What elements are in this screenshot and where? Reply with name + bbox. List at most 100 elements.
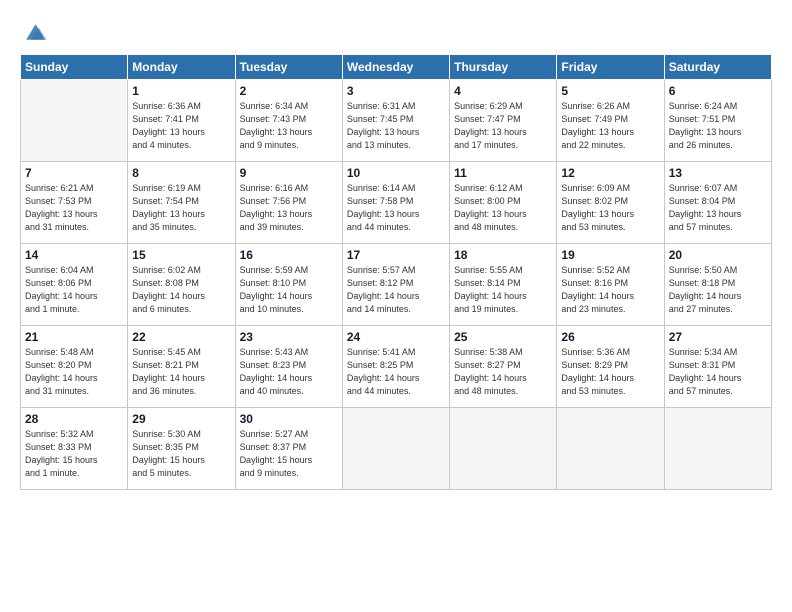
calendar-cell: 13 Sunrise: 6:07 AM Sunset: 8:04 PM Dayli… (664, 162, 771, 244)
day-number: 25 (454, 330, 552, 344)
day-info: Sunrise: 5:36 AM Sunset: 8:29 PM Dayligh… (561, 346, 659, 398)
calendar-cell (342, 408, 449, 490)
day-number: 27 (669, 330, 767, 344)
calendar-cell: 6 Sunrise: 6:24 AM Sunset: 7:51 PM Daylig… (664, 80, 771, 162)
day-info: Sunrise: 6:21 AM Sunset: 7:53 PM Dayligh… (25, 182, 123, 234)
calendar-cell: 4 Sunrise: 6:29 AM Sunset: 7:47 PM Daylig… (450, 80, 557, 162)
day-number: 3 (347, 84, 445, 98)
day-number: 22 (132, 330, 230, 344)
col-header-friday: Friday (557, 55, 664, 80)
calendar-cell: 24 Sunrise: 5:41 AM Sunset: 8:25 PM Dayli… (342, 326, 449, 408)
calendar-cell: 26 Sunrise: 5:36 AM Sunset: 8:29 PM Dayli… (557, 326, 664, 408)
calendar-cell: 22 Sunrise: 5:45 AM Sunset: 8:21 PM Dayli… (128, 326, 235, 408)
day-number: 30 (240, 412, 338, 426)
day-number: 24 (347, 330, 445, 344)
day-number: 10 (347, 166, 445, 180)
logo (20, 18, 52, 46)
calendar-cell: 29 Sunrise: 5:30 AM Sunset: 8:35 PM Dayli… (128, 408, 235, 490)
calendar-cell (450, 408, 557, 490)
calendar-cell: 14 Sunrise: 6:04 AM Sunset: 8:06 PM Dayli… (21, 244, 128, 326)
col-header-monday: Monday (128, 55, 235, 80)
calendar-cell: 12 Sunrise: 6:09 AM Sunset: 8:02 PM Dayli… (557, 162, 664, 244)
day-number: 15 (132, 248, 230, 262)
day-number: 28 (25, 412, 123, 426)
calendar-cell: 27 Sunrise: 5:34 AM Sunset: 8:31 PM Dayli… (664, 326, 771, 408)
calendar-cell: 8 Sunrise: 6:19 AM Sunset: 7:54 PM Daylig… (128, 162, 235, 244)
day-number: 26 (561, 330, 659, 344)
calendar-cell: 20 Sunrise: 5:50 AM Sunset: 8:18 PM Dayli… (664, 244, 771, 326)
day-info: Sunrise: 6:16 AM Sunset: 7:56 PM Dayligh… (240, 182, 338, 234)
day-info: Sunrise: 5:41 AM Sunset: 8:25 PM Dayligh… (347, 346, 445, 398)
calendar-cell: 25 Sunrise: 5:38 AM Sunset: 8:27 PM Dayli… (450, 326, 557, 408)
day-info: Sunrise: 5:52 AM Sunset: 8:16 PM Dayligh… (561, 264, 659, 316)
col-header-wednesday: Wednesday (342, 55, 449, 80)
day-number: 29 (132, 412, 230, 426)
day-info: Sunrise: 5:34 AM Sunset: 8:31 PM Dayligh… (669, 346, 767, 398)
day-info: Sunrise: 5:50 AM Sunset: 8:18 PM Dayligh… (669, 264, 767, 316)
day-number: 20 (669, 248, 767, 262)
day-info: Sunrise: 5:43 AM Sunset: 8:23 PM Dayligh… (240, 346, 338, 398)
calendar-cell: 15 Sunrise: 6:02 AM Sunset: 8:08 PM Dayli… (128, 244, 235, 326)
day-number: 19 (561, 248, 659, 262)
calendar-cell: 5 Sunrise: 6:26 AM Sunset: 7:49 PM Daylig… (557, 80, 664, 162)
day-info: Sunrise: 6:07 AM Sunset: 8:04 PM Dayligh… (669, 182, 767, 234)
calendar-cell: 16 Sunrise: 5:59 AM Sunset: 8:10 PM Dayli… (235, 244, 342, 326)
day-info: Sunrise: 6:31 AM Sunset: 7:45 PM Dayligh… (347, 100, 445, 152)
calendar-cell: 19 Sunrise: 5:52 AM Sunset: 8:16 PM Dayli… (557, 244, 664, 326)
calendar-cell: 21 Sunrise: 5:48 AM Sunset: 8:20 PM Dayli… (21, 326, 128, 408)
calendar-cell (557, 408, 664, 490)
day-info: Sunrise: 5:32 AM Sunset: 8:33 PM Dayligh… (25, 428, 123, 480)
day-number: 11 (454, 166, 552, 180)
calendar-cell: 3 Sunrise: 6:31 AM Sunset: 7:45 PM Daylig… (342, 80, 449, 162)
day-info: Sunrise: 5:48 AM Sunset: 8:20 PM Dayligh… (25, 346, 123, 398)
calendar-cell: 30 Sunrise: 5:27 AM Sunset: 8:37 PM Dayli… (235, 408, 342, 490)
day-info: Sunrise: 6:12 AM Sunset: 8:00 PM Dayligh… (454, 182, 552, 234)
day-info: Sunrise: 5:45 AM Sunset: 8:21 PM Dayligh… (132, 346, 230, 398)
day-info: Sunrise: 5:30 AM Sunset: 8:35 PM Dayligh… (132, 428, 230, 480)
day-number: 21 (25, 330, 123, 344)
day-info: Sunrise: 5:55 AM Sunset: 8:14 PM Dayligh… (454, 264, 552, 316)
day-number: 12 (561, 166, 659, 180)
day-info: Sunrise: 6:02 AM Sunset: 8:08 PM Dayligh… (132, 264, 230, 316)
day-info: Sunrise: 5:57 AM Sunset: 8:12 PM Dayligh… (347, 264, 445, 316)
day-info: Sunrise: 6:19 AM Sunset: 7:54 PM Dayligh… (132, 182, 230, 234)
day-number: 5 (561, 84, 659, 98)
calendar-cell: 18 Sunrise: 5:55 AM Sunset: 8:14 PM Dayli… (450, 244, 557, 326)
day-info: Sunrise: 6:24 AM Sunset: 7:51 PM Dayligh… (669, 100, 767, 152)
day-info: Sunrise: 6:29 AM Sunset: 7:47 PM Dayligh… (454, 100, 552, 152)
day-number: 18 (454, 248, 552, 262)
day-info: Sunrise: 6:14 AM Sunset: 7:58 PM Dayligh… (347, 182, 445, 234)
calendar-cell: 28 Sunrise: 5:32 AM Sunset: 8:33 PM Dayli… (21, 408, 128, 490)
calendar-table: SundayMondayTuesdayWednesdayThursdayFrid… (20, 54, 772, 490)
calendar-cell: 1 Sunrise: 6:36 AM Sunset: 7:41 PM Daylig… (128, 80, 235, 162)
day-number: 4 (454, 84, 552, 98)
calendar-cell: 10 Sunrise: 6:14 AM Sunset: 7:58 PM Dayli… (342, 162, 449, 244)
col-header-saturday: Saturday (664, 55, 771, 80)
day-number: 7 (25, 166, 123, 180)
day-number: 8 (132, 166, 230, 180)
calendar-cell: 7 Sunrise: 6:21 AM Sunset: 7:53 PM Daylig… (21, 162, 128, 244)
calendar-cell: 11 Sunrise: 6:12 AM Sunset: 8:00 PM Dayli… (450, 162, 557, 244)
day-info: Sunrise: 6:36 AM Sunset: 7:41 PM Dayligh… (132, 100, 230, 152)
col-header-sunday: Sunday (21, 55, 128, 80)
day-info: Sunrise: 5:38 AM Sunset: 8:27 PM Dayligh… (454, 346, 552, 398)
day-number: 16 (240, 248, 338, 262)
calendar-cell: 9Sunrise: 6:16 AM Sunset: 7:56 PM Daylig… (235, 162, 342, 244)
day-info: Sunrise: 6:26 AM Sunset: 7:49 PM Dayligh… (561, 100, 659, 152)
day-info: Sunrise: 6:04 AM Sunset: 8:06 PM Dayligh… (25, 264, 123, 316)
day-number: 1 (132, 84, 230, 98)
calendar-cell: 23Sunrise: 5:43 AM Sunset: 8:23 PM Dayli… (235, 326, 342, 408)
day-number: 14 (25, 248, 123, 262)
day-number: 2 (240, 84, 338, 98)
calendar-cell (21, 80, 128, 162)
col-header-thursday: Thursday (450, 55, 557, 80)
day-info: Sunrise: 6:34 AM Sunset: 7:43 PM Dayligh… (240, 100, 338, 152)
day-info: Sunrise: 5:27 AM Sunset: 8:37 PM Dayligh… (240, 428, 338, 480)
calendar-cell: 17Sunrise: 5:57 AM Sunset: 8:12 PM Dayli… (342, 244, 449, 326)
day-number: 13 (669, 166, 767, 180)
day-info: Sunrise: 6:09 AM Sunset: 8:02 PM Dayligh… (561, 182, 659, 234)
day-number: 6 (669, 84, 767, 98)
calendar-cell (664, 408, 771, 490)
col-header-tuesday: Tuesday (235, 55, 342, 80)
day-info: Sunrise: 5:59 AM Sunset: 8:10 PM Dayligh… (240, 264, 338, 316)
